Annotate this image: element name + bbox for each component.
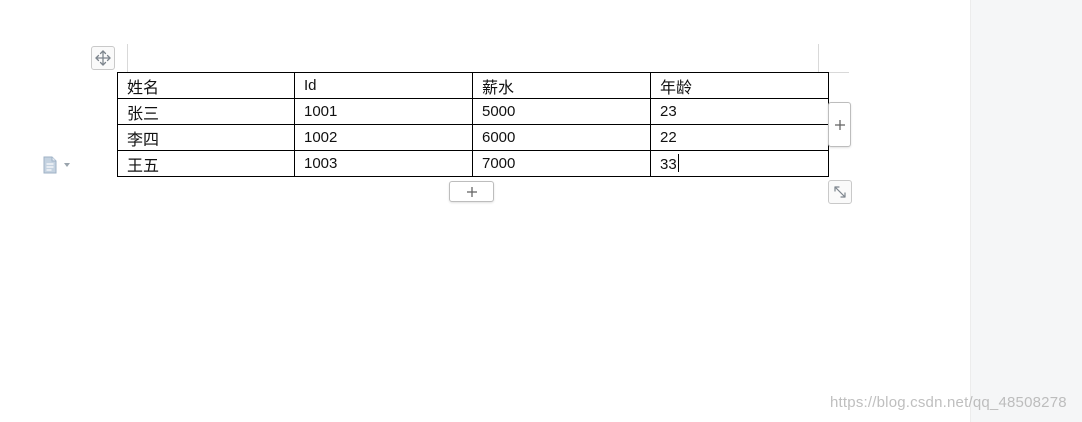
add-column-button[interactable]	[828, 102, 851, 147]
table-cell-text: 33	[660, 156, 677, 173]
diagonal-resize-icon	[834, 186, 846, 198]
document-icon	[43, 156, 57, 174]
table-cell[interactable]: 22	[650, 124, 829, 151]
table-resize-handle[interactable]	[828, 180, 852, 204]
table-cell[interactable]: 年龄	[650, 72, 829, 99]
plus-icon	[834, 119, 845, 130]
move-arrows-icon	[95, 50, 111, 66]
table-header-row: 姓名 Id 薪水 年龄	[117, 72, 829, 99]
table-cell[interactable]: 薪水	[472, 72, 651, 99]
chevron-down-icon	[64, 163, 70, 167]
table-guide-line	[818, 44, 819, 72]
table-cell-active[interactable]: 33	[650, 150, 829, 177]
table-cell[interactable]: 1002	[294, 124, 473, 151]
table-guide-line	[127, 44, 128, 72]
table-cell[interactable]: 1001	[294, 98, 473, 125]
table-row: 张三 1001 5000 23	[117, 98, 829, 125]
table-guide-line	[827, 72, 849, 73]
paragraph-menu-button[interactable]	[42, 155, 78, 175]
table-cell[interactable]: 6000	[472, 124, 651, 151]
data-table: 姓名 Id 薪水 年龄 张三 1001 5000 23 李四 1002 6000…	[117, 72, 829, 177]
text-cursor	[677, 154, 679, 172]
table-cell[interactable]: 23	[650, 98, 829, 125]
plus-icon	[466, 186, 477, 197]
table-cell[interactable]: Id	[294, 72, 473, 99]
add-row-button[interactable]	[449, 181, 494, 202]
table-row: 王五 1003 7000 33	[117, 150, 829, 177]
table-cell[interactable]: 7000	[472, 150, 651, 177]
table-cell[interactable]: 姓名	[117, 72, 295, 99]
table-cell[interactable]: 李四	[117, 124, 295, 151]
table-row: 李四 1002 6000 22	[117, 124, 829, 151]
table-cell[interactable]: 5000	[472, 98, 651, 125]
watermark-text: https://blog.csdn.net/qq_48508278	[830, 394, 1067, 411]
document-page: 姓名 Id 薪水 年龄 张三 1001 5000 23 李四 1002 6000…	[0, 0, 970, 422]
page-margin-area	[970, 0, 1082, 422]
table-cell[interactable]: 王五	[117, 150, 295, 177]
table-cell[interactable]: 1003	[294, 150, 473, 177]
table-cell[interactable]: 张三	[117, 98, 295, 125]
table-move-handle[interactable]	[91, 46, 115, 70]
